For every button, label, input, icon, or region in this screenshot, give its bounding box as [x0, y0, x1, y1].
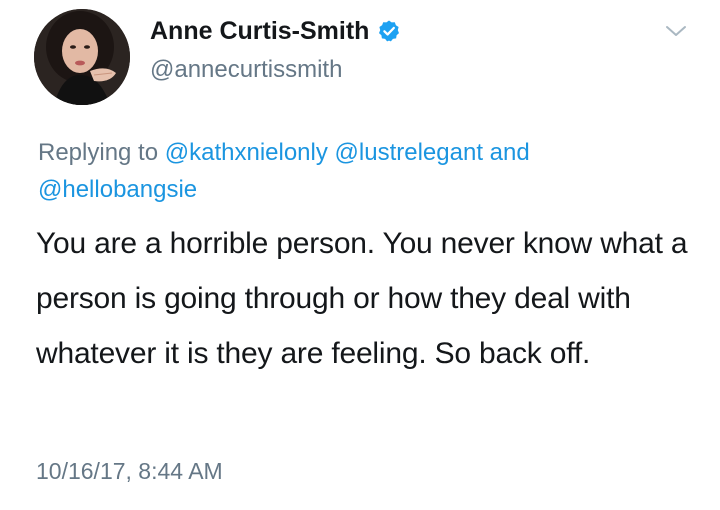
author-display-name[interactable]: Anne Curtis-Smith [150, 16, 369, 46]
avatar[interactable] [34, 9, 130, 105]
tweet-card: Anne Curtis-Smith @annecurtissmith Reply… [0, 0, 720, 510]
profile-photo-icon [34, 9, 130, 105]
author-name-row: Anne Curtis-Smith [150, 16, 401, 46]
tweet-timestamp[interactable]: 10/16/17, 8:44 AM [36, 456, 223, 486]
reply-conjunction: and [489, 139, 530, 166]
mention-link[interactable]: @hellobangsie [38, 176, 197, 203]
tweet-text: You are a horrible person. You never kno… [36, 227, 688, 370]
reply-context: Replying to @kathxnielonly @lustrelegant… [38, 134, 688, 208]
verified-badge-icon [379, 20, 400, 42]
reply-prefix: Replying to [38, 139, 159, 166]
mention-link[interactable]: @kathxnielonly [165, 139, 328, 166]
author-handle[interactable]: @annecurtissmith [150, 55, 342, 85]
mention-link[interactable]: @lustrelegant [335, 139, 483, 166]
chevron-down-icon[interactable] [664, 22, 688, 40]
